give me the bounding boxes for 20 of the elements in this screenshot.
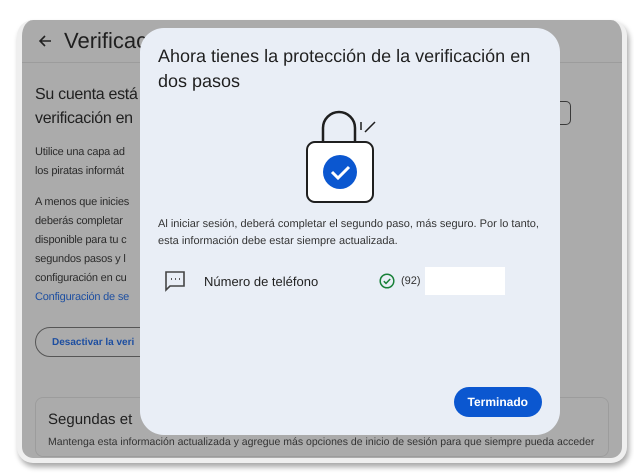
paragraph-line: A menos que inicies bbox=[35, 195, 130, 210]
page-heading: Su cuenta está bbox=[35, 85, 138, 105]
paragraph-line: Utilice una capa ad bbox=[35, 145, 125, 160]
page-title: Verificac bbox=[64, 28, 148, 54]
back-arrow-icon[interactable] bbox=[38, 34, 52, 48]
message-icon bbox=[164, 270, 186, 292]
paragraph-line: configuración en cu bbox=[35, 271, 127, 286]
paragraph-line: deberás completar bbox=[35, 214, 123, 229]
dialog-title: Ahora tienes la protección de la verificación en dos pasos bbox=[158, 45, 532, 93]
done-button[interactable]: Terminado bbox=[454, 387, 542, 417]
page-heading: verificación en bbox=[35, 109, 134, 129]
card-title: Segundas et bbox=[48, 410, 132, 430]
card-text: Mantenga esta información actualizada y agregue más opciones de inicio de sesión para que siempre pueda acceder bbox=[48, 436, 594, 448]
phone-number: (92) bbox=[401, 275, 421, 287]
paragraph-line: segundos pasos y l bbox=[35, 252, 126, 267]
dialog-text: Al iniciar sesión, deberá completar el segundo paso, más seguro. Por lo tanto, esta información debe estar siempre actualizada. bbox=[158, 217, 540, 249]
method-label: Número de teléfono bbox=[204, 274, 320, 288]
settings-link[interactable]: Configuración de se bbox=[35, 288, 130, 307]
paragraph-line: los piratas informát bbox=[35, 164, 124, 179]
paragraph-line: disponible para tu c bbox=[35, 233, 126, 248]
